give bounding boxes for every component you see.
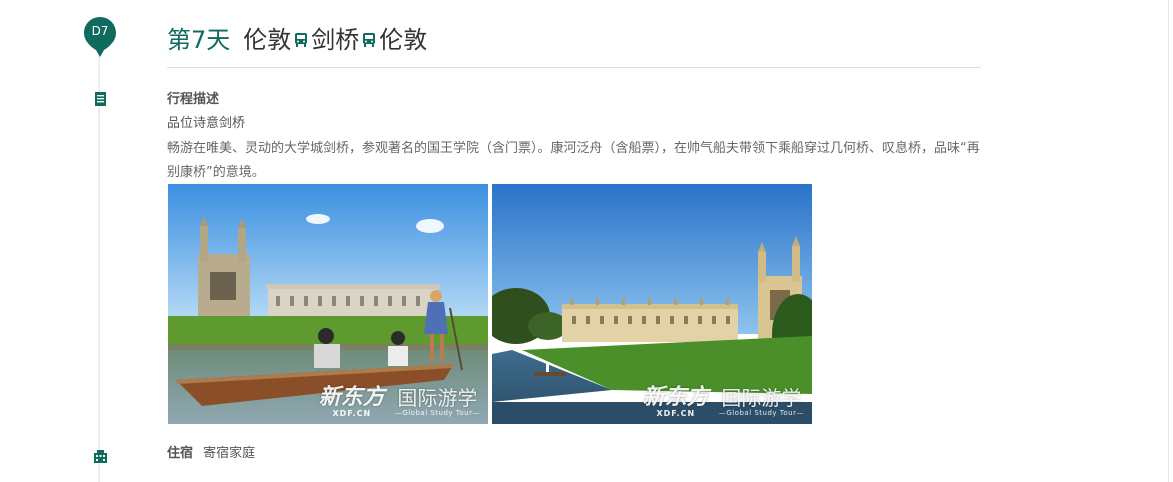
description-subtitle: 品位诗意剑桥 [167, 116, 246, 131]
page-edge-divider [1168, 0, 1169, 482]
day-label: 第7天 [167, 25, 231, 54]
photo-punting-on-cam-river[interactable]: 新东方 XDF.CN 国际游学 —Global Study Tour— [168, 184, 488, 424]
accommodation-row: 住宿 寄宿家庭 [167, 445, 255, 463]
accommodation-label: 住宿 [167, 446, 194, 461]
day-badge: D7 [83, 16, 117, 58]
watermark-brand: 新东方 [318, 385, 385, 410]
timeline-line [98, 40, 100, 482]
description-body: 畅游在唯美、灵动的大学城剑桥，参观著名的国王学院（含门票）。康河泛舟（含船票），… [167, 141, 980, 180]
watermark-brand: 新东方 [642, 385, 709, 410]
photo-watermark: 新东方 XDF.CN 国际游学 —Global Study Tour— [642, 385, 804, 419]
document-icon [94, 91, 107, 106]
watermark-program-en: —Global Study Tour— [718, 409, 804, 417]
accommodation-value: 寄宿家庭 [203, 446, 256, 461]
route-city: 剑桥 [311, 25, 360, 54]
day-badge-label: D7 [91, 24, 109, 38]
bus-icon [293, 32, 309, 48]
building-icon [94, 448, 107, 463]
watermark-program: 国际游学 [721, 386, 802, 410]
route-city: 伦敦 [243, 25, 292, 54]
bus-icon [361, 32, 377, 48]
day-header: 第7天 伦敦 剑桥 伦敦 [167, 20, 427, 54]
photo-kings-college-lawn[interactable]: 新东方 XDF.CN 国际游学 —Global Study Tour— [492, 184, 812, 424]
route-city: 伦敦 [379, 25, 428, 54]
watermark-brand-en: XDF.CN [332, 409, 372, 418]
description-title: 行程描述 [167, 92, 220, 107]
watermark-program-en: —Global Study Tour— [394, 409, 480, 417]
photo-watermark: 新东方 XDF.CN 国际游学 —Global Study Tour— [318, 385, 480, 419]
header-divider [167, 67, 981, 68]
watermark-brand-en: XDF.CN [656, 409, 696, 418]
watermark-program: 国际游学 [397, 386, 478, 410]
